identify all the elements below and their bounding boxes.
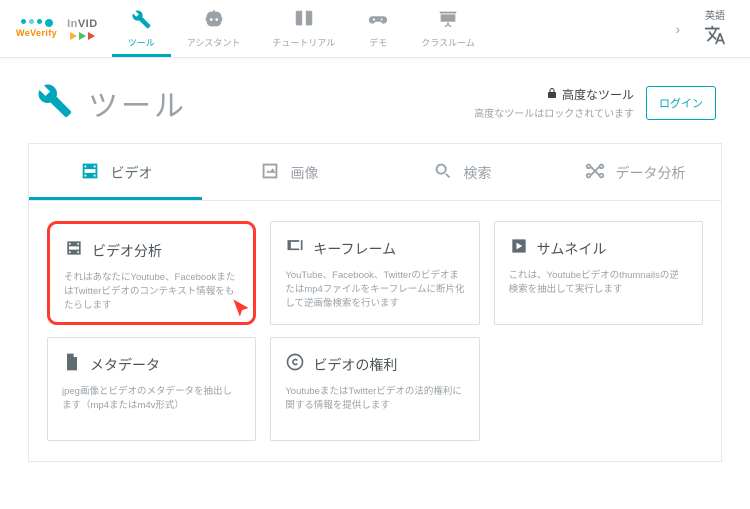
card-keyframe[interactable]: キーフレーム YouTube、Facebook、Twitterのビデオまたはmp… (270, 221, 479, 325)
invid-logo: InVID (67, 18, 98, 40)
nav-more-chevron-icon[interactable]: › (665, 21, 690, 37)
card-desc: YouTube、Facebook、Twitterのビデオまたはmp4ファイルをキ… (285, 269, 464, 310)
copyright-icon (285, 352, 305, 377)
card-video-analysis[interactable]: ビデオ分析 それはあなたにYoutube、FacebookまたはTwitterビ… (47, 221, 256, 325)
search-icon (432, 160, 454, 185)
language-selector[interactable]: 英語 (690, 7, 740, 51)
cursor-arrow-icon (229, 295, 255, 326)
wrench-icon (130, 8, 152, 33)
film-icon (64, 238, 84, 263)
card-title: ビデオの権利 (313, 355, 397, 375)
play-icon (509, 236, 529, 261)
card-thumbnail[interactable]: サムネイル これは、Youtubeビデオのthumnailsの逆検索を抽出して実… (494, 221, 703, 325)
robot-icon (203, 8, 225, 33)
presentation-icon (437, 8, 459, 33)
image-icon (259, 160, 281, 185)
tab-image[interactable]: 画像 (202, 144, 375, 200)
nav-tutorial[interactable]: チュートリアル (256, 0, 351, 57)
nav-assistant[interactable]: アシスタント (171, 0, 257, 57)
page-title: ツール (88, 81, 187, 125)
gamepad-icon (367, 8, 389, 33)
card-title: メタデータ (90, 355, 160, 375)
card-desc: それはあなたにYoutube、FacebookまたはTwitterビデオのコンテ… (64, 271, 239, 312)
card-desc: jpeg画像とビデオのメタデータを抽出します（mp4またはm4v形式） (62, 385, 241, 413)
card-desc: これは、Youtubeビデオのthumnailsの逆検索を抽出して実行します (509, 269, 688, 297)
tool-cards: ビデオ分析 それはあなたにYoutube、FacebookまたはTwitterビ… (29, 201, 721, 461)
network-icon (584, 160, 606, 185)
weverify-logo: WeVerify (16, 19, 57, 38)
card-desc: YoutubeまたはTwitterビデオの法的権利に関する情報を提供します (285, 385, 464, 413)
book-icon (293, 8, 315, 33)
card-metadata[interactable]: メタデータ jpeg画像とビデオのメタデータを抽出します（mp4またはm4v形式… (47, 337, 256, 441)
tab-data[interactable]: データ分析 (548, 144, 721, 200)
login-button[interactable]: ログイン (646, 86, 716, 120)
advanced-tools-info: 高度なツール 高度なツールはロックされています (474, 86, 634, 120)
language-label: 英語 (705, 7, 725, 22)
card-title: ビデオ分析 (92, 241, 162, 261)
page-header: ツール 高度なツール 高度なツールはロックされています ログイン (0, 58, 750, 135)
top-nav: WeVerify InVID ツール アシスタント チュートリアル (0, 0, 750, 58)
tools-panel: ビデオ 画像 検索 データ分析 ビデオ分析 (28, 143, 722, 462)
nav-demo[interactable]: デモ (351, 0, 405, 57)
translate-icon (704, 24, 726, 51)
tool-tabs: ビデオ 画像 検索 データ分析 (29, 144, 721, 201)
card-title: キーフレーム (313, 239, 396, 259)
nav-tools[interactable]: ツール (112, 0, 171, 57)
card-video-rights[interactable]: ビデオの権利 YoutubeまたはTwitterビデオの法的権利に関する情報を提… (270, 337, 479, 441)
lock-icon (546, 87, 558, 102)
tab-video[interactable]: ビデオ (29, 144, 202, 200)
brand-logos: WeVerify InVID (10, 18, 104, 40)
film-icon (79, 160, 101, 185)
file-icon (62, 352, 82, 377)
main-nav: ツール アシスタント チュートリアル デモ クラスルーム (112, 0, 491, 57)
wrench-icon (34, 80, 74, 125)
card-title: サムネイル (537, 239, 607, 259)
nav-classroom[interactable]: クラスルーム (405, 0, 491, 57)
frames-icon (285, 236, 305, 261)
tab-search[interactable]: 検索 (375, 144, 548, 200)
